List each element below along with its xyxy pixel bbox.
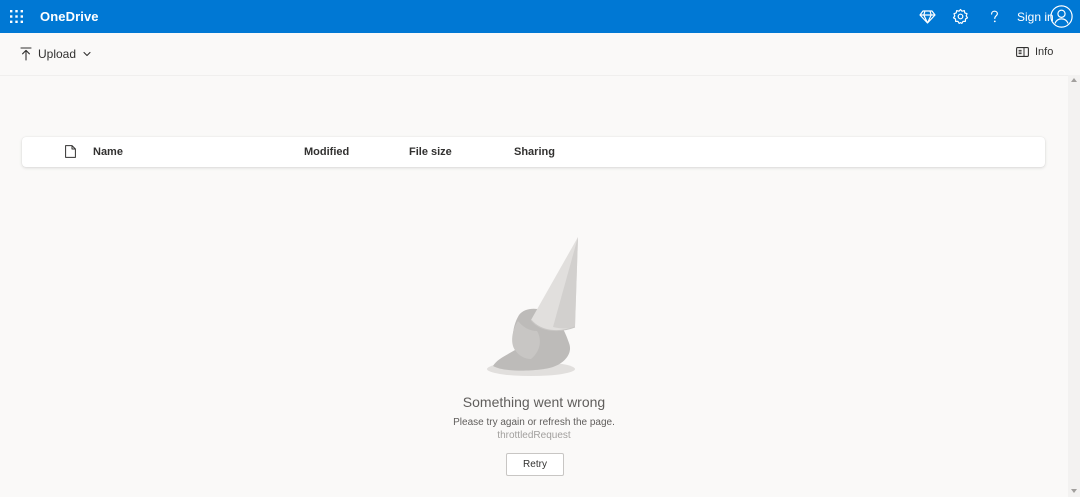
- person-icon[interactable]: [1050, 5, 1073, 28]
- info-pane-icon: [1016, 47, 1029, 57]
- upload-arrow-icon: [20, 47, 32, 61]
- error-title: Something went wrong: [462, 394, 606, 410]
- column-header-name[interactable]: Name: [93, 146, 123, 158]
- chevron-down-icon: [83, 51, 91, 57]
- info-label: Info: [1035, 46, 1054, 58]
- info-button[interactable]: Info: [1016, 46, 1053, 58]
- settings-gear-icon[interactable]: [952, 8, 969, 25]
- upload-label: Upload: [38, 47, 77, 61]
- help-question-icon[interactable]: [986, 8, 1003, 25]
- dropped-ice-cream-icon: [487, 237, 578, 376]
- upload-button[interactable]: Upload: [20, 45, 97, 63]
- file-list-header: Name Modified File size Sharing: [22, 137, 1045, 167]
- vertical-scrollbar[interactable]: [1068, 75, 1080, 497]
- file-type-icon[interactable]: [65, 145, 76, 158]
- scroll-up-arrow-icon[interactable]: [1071, 78, 1077, 82]
- app-launcher-icon[interactable]: [10, 10, 23, 23]
- retry-button[interactable]: Retry: [506, 453, 564, 476]
- scroll-down-arrow-icon[interactable]: [1071, 489, 1077, 493]
- column-header-file-size[interactable]: File size: [409, 146, 452, 158]
- column-header-modified[interactable]: Modified: [304, 146, 349, 158]
- premium-diamond-icon[interactable]: [919, 8, 936, 25]
- command-bar: Upload Info: [0, 33, 1068, 76]
- column-header-sharing[interactable]: Sharing: [514, 146, 555, 158]
- error-message: Please try again or refresh the page.: [453, 417, 615, 428]
- app-title[interactable]: OneDrive: [40, 9, 99, 24]
- sign-in-link[interactable]: Sign in: [1017, 10, 1054, 24]
- top-bar: OneDrive Sign in: [0, 0, 1080, 33]
- error-code: throttledRequest: [497, 430, 571, 441]
